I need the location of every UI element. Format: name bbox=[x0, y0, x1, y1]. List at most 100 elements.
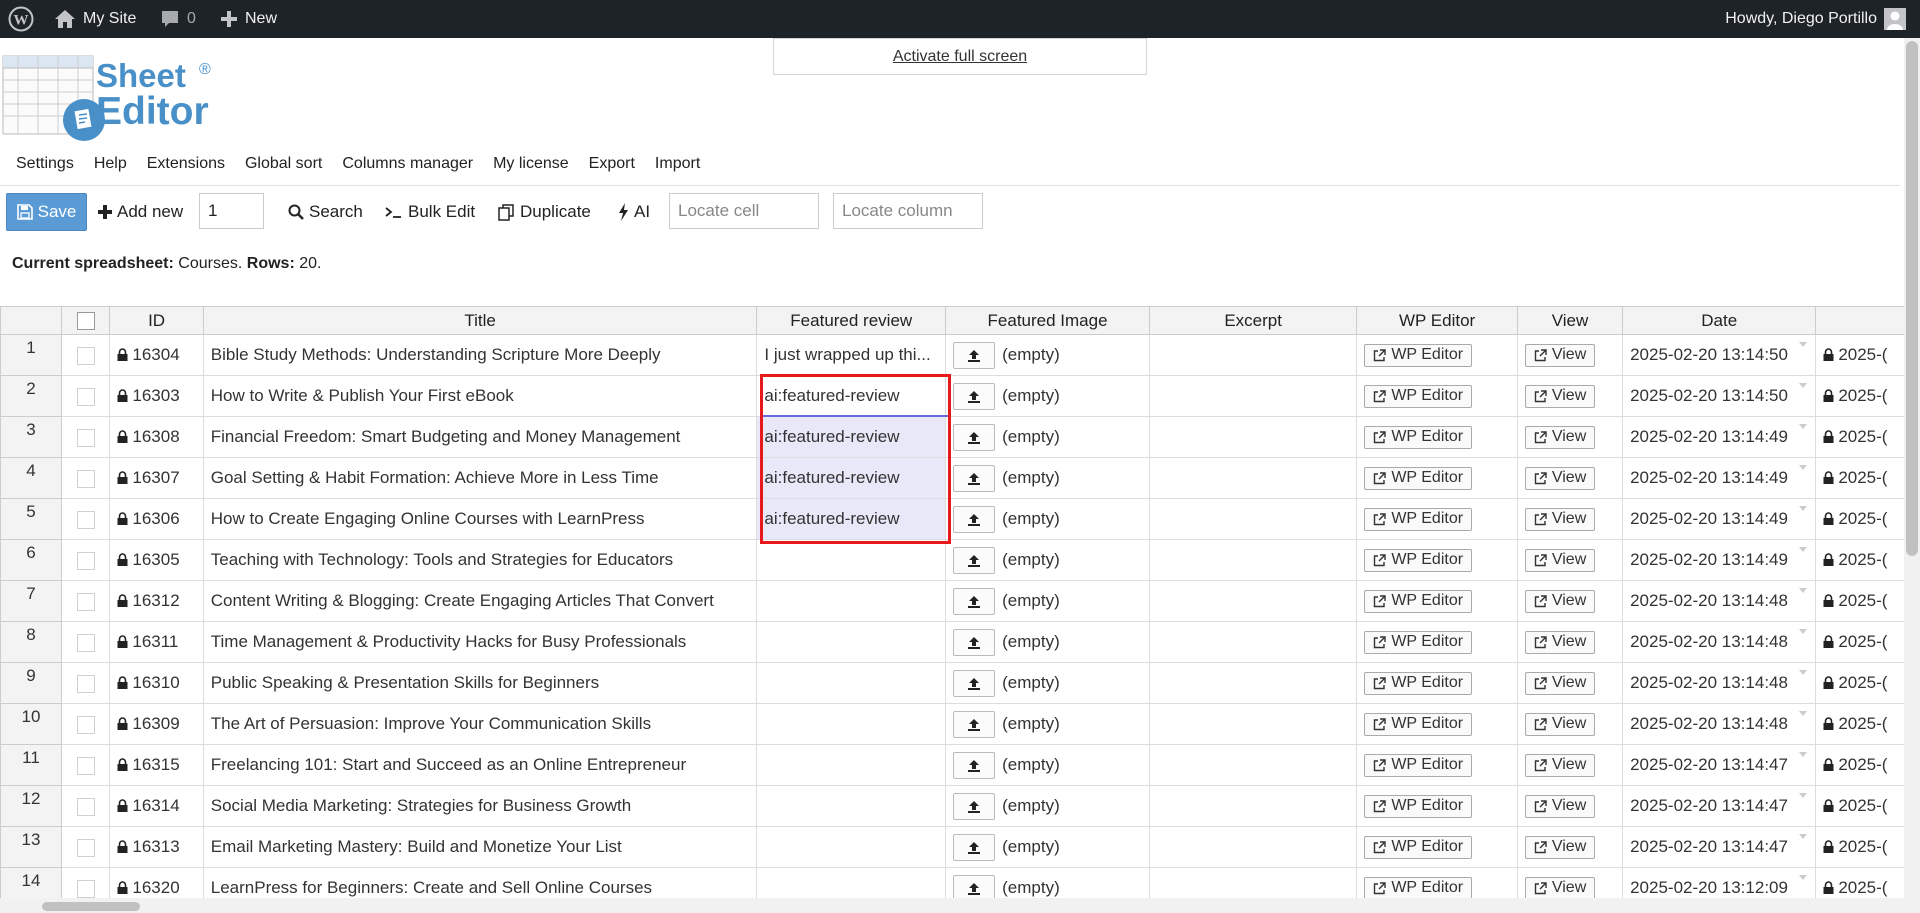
view-button[interactable]: View bbox=[1524, 425, 1596, 449]
row-checkbox[interactable] bbox=[76, 510, 95, 529]
excerpt-cell[interactable] bbox=[1148, 744, 1358, 786]
upload-image-button[interactable] bbox=[953, 874, 996, 898]
column-header-date[interactable]: Date bbox=[1622, 306, 1817, 335]
row-checkbox[interactable] bbox=[76, 838, 95, 857]
date-cell[interactable]: 2025-02-20 13:14:49 bbox=[1622, 416, 1817, 458]
activate-full-screen-link[interactable]: Activate full screen bbox=[773, 38, 1147, 75]
wp-editor-button[interactable]: WP Editor bbox=[1364, 589, 1473, 613]
column-header-featured-image[interactable]: Featured Image bbox=[945, 306, 1150, 335]
search-button[interactable]: Search bbox=[288, 193, 363, 231]
comments-link[interactable]: 0 bbox=[160, 0, 196, 38]
row-select-cell[interactable] bbox=[60, 539, 111, 581]
date-cell[interactable]: 2025-02-20 13:14:49 bbox=[1622, 539, 1817, 581]
excerpt-cell[interactable] bbox=[1148, 826, 1358, 868]
row-select-cell[interactable] bbox=[60, 498, 111, 540]
id-cell[interactable]: 16310 bbox=[109, 662, 204, 704]
featured-review-cell[interactable]: ai:featured-review bbox=[756, 498, 947, 540]
excerpt-cell[interactable] bbox=[1148, 498, 1358, 540]
date-cell[interactable]: 2025-02-20 13:14:47 bbox=[1622, 785, 1817, 827]
featured-image-cell[interactable]: (empty) bbox=[945, 580, 1150, 622]
featured-review-cell[interactable] bbox=[756, 580, 947, 622]
menu-help[interactable]: Help bbox=[94, 155, 127, 183]
row-select-cell[interactable] bbox=[60, 375, 111, 417]
excerpt-cell[interactable] bbox=[1148, 457, 1358, 499]
excerpt-cell[interactable] bbox=[1148, 539, 1358, 581]
featured-image-cell[interactable]: (empty) bbox=[945, 703, 1150, 745]
upload-image-button[interactable] bbox=[953, 833, 996, 861]
featured-image-cell[interactable]: (empty) bbox=[945, 744, 1150, 786]
row-checkbox[interactable] bbox=[76, 428, 95, 447]
featured-image-cell[interactable]: (empty) bbox=[945, 334, 1150, 376]
featured-review-cell[interactable]: ai:featured-review bbox=[756, 416, 947, 458]
next-column-cell[interactable]: 2025-( bbox=[1815, 580, 1906, 622]
wp-editor-button[interactable]: WP Editor bbox=[1364, 425, 1473, 449]
date-cell[interactable]: 2025-02-20 13:14:49 bbox=[1622, 498, 1817, 540]
featured-review-cell[interactable]: ai:featured-review bbox=[756, 457, 947, 499]
featured-review-cell[interactable] bbox=[756, 621, 947, 663]
next-column-cell[interactable]: 2025-( bbox=[1815, 334, 1906, 376]
title-cell[interactable]: Time Management & Productivity Hacks for… bbox=[202, 621, 758, 663]
row-number[interactable]: 13 bbox=[0, 826, 62, 868]
menu-my-license[interactable]: My license bbox=[493, 155, 569, 183]
row-select-cell[interactable] bbox=[60, 580, 111, 622]
my-site-link[interactable]: My Site bbox=[54, 0, 136, 38]
id-cell[interactable]: 16313 bbox=[109, 826, 204, 868]
row-select-cell[interactable] bbox=[60, 621, 111, 663]
date-cell[interactable]: 2025-02-20 13:14:48 bbox=[1622, 703, 1817, 745]
id-cell[interactable]: 16320 bbox=[109, 867, 204, 898]
id-cell[interactable]: 16303 bbox=[109, 375, 204, 417]
column-header-id[interactable]: ID bbox=[109, 306, 204, 335]
horizontal-scrollbar[interactable] bbox=[0, 898, 1904, 913]
excerpt-cell[interactable] bbox=[1148, 334, 1358, 376]
view-button[interactable]: View bbox=[1524, 589, 1596, 613]
vertical-scrollbar-thumb[interactable] bbox=[1906, 41, 1918, 556]
row-select-cell[interactable] bbox=[60, 334, 111, 376]
featured-image-cell[interactable]: (empty) bbox=[945, 539, 1150, 581]
date-cell[interactable]: 2025-02-20 13:14:48 bbox=[1622, 621, 1817, 663]
wp-editor-button[interactable]: WP Editor bbox=[1364, 384, 1473, 408]
user-account-menu[interactable]: Howdy, Diego Portillo bbox=[1725, 0, 1906, 38]
view-button[interactable]: View bbox=[1524, 794, 1596, 818]
wp-editor-button[interactable]: WP Editor bbox=[1364, 466, 1473, 490]
row-number[interactable]: 8 bbox=[0, 621, 62, 663]
add-new-count-input[interactable] bbox=[199, 193, 264, 229]
new-content-link[interactable]: New bbox=[220, 0, 277, 38]
id-cell[interactable]: 16306 bbox=[109, 498, 204, 540]
next-column-cell[interactable]: 2025-( bbox=[1815, 621, 1906, 663]
featured-review-cell[interactable] bbox=[756, 867, 947, 898]
row-checkbox[interactable] bbox=[76, 674, 95, 693]
next-column-cell[interactable]: 2025-( bbox=[1815, 826, 1906, 868]
featured-review-cell[interactable]: I just wrapped up thi... bbox=[756, 334, 947, 376]
date-cell[interactable]: 2025-02-20 13:12:09 bbox=[1622, 867, 1817, 898]
excerpt-cell[interactable] bbox=[1148, 867, 1358, 898]
title-cell[interactable]: How to Write & Publish Your First eBook bbox=[202, 375, 758, 417]
duplicate-button[interactable]: Duplicate bbox=[498, 193, 591, 231]
column-header-featured-review[interactable]: Featured review bbox=[756, 306, 947, 335]
id-cell[interactable]: 16307 bbox=[109, 457, 204, 499]
upload-image-button[interactable] bbox=[953, 628, 996, 656]
featured-image-cell[interactable]: (empty) bbox=[945, 826, 1150, 868]
featured-image-cell[interactable]: (empty) bbox=[945, 662, 1150, 704]
row-number[interactable]: 6 bbox=[0, 539, 62, 581]
upload-image-button[interactable] bbox=[953, 382, 996, 410]
next-column-cell[interactable]: 2025-( bbox=[1815, 785, 1906, 827]
id-cell[interactable]: 16312 bbox=[109, 580, 204, 622]
next-column-cell[interactable]: 2025-( bbox=[1815, 744, 1906, 786]
title-cell[interactable]: The Art of Persuasion: Improve Your Comm… bbox=[202, 703, 758, 745]
date-cell[interactable]: 2025-02-20 13:14:48 bbox=[1622, 580, 1817, 622]
wp-editor-button[interactable]: WP Editor bbox=[1364, 548, 1473, 572]
wordpress-logo-button[interactable]: W bbox=[8, 0, 34, 38]
row-checkbox[interactable] bbox=[76, 756, 95, 775]
date-cell[interactable]: 2025-02-20 13:14:47 bbox=[1622, 744, 1817, 786]
title-cell[interactable]: Teaching with Technology: Tools and Stra… bbox=[202, 539, 758, 581]
menu-global-sort[interactable]: Global sort bbox=[245, 155, 322, 183]
locate-column-input[interactable] bbox=[833, 193, 983, 229]
row-select-cell[interactable] bbox=[60, 416, 111, 458]
featured-image-cell[interactable]: (empty) bbox=[945, 867, 1150, 898]
row-select-cell[interactable] bbox=[60, 457, 111, 499]
excerpt-cell[interactable] bbox=[1148, 580, 1358, 622]
featured-review-cell[interactable] bbox=[756, 703, 947, 745]
id-cell[interactable]: 16311 bbox=[109, 621, 204, 663]
id-cell[interactable]: 16315 bbox=[109, 744, 204, 786]
menu-extensions[interactable]: Extensions bbox=[147, 155, 225, 183]
